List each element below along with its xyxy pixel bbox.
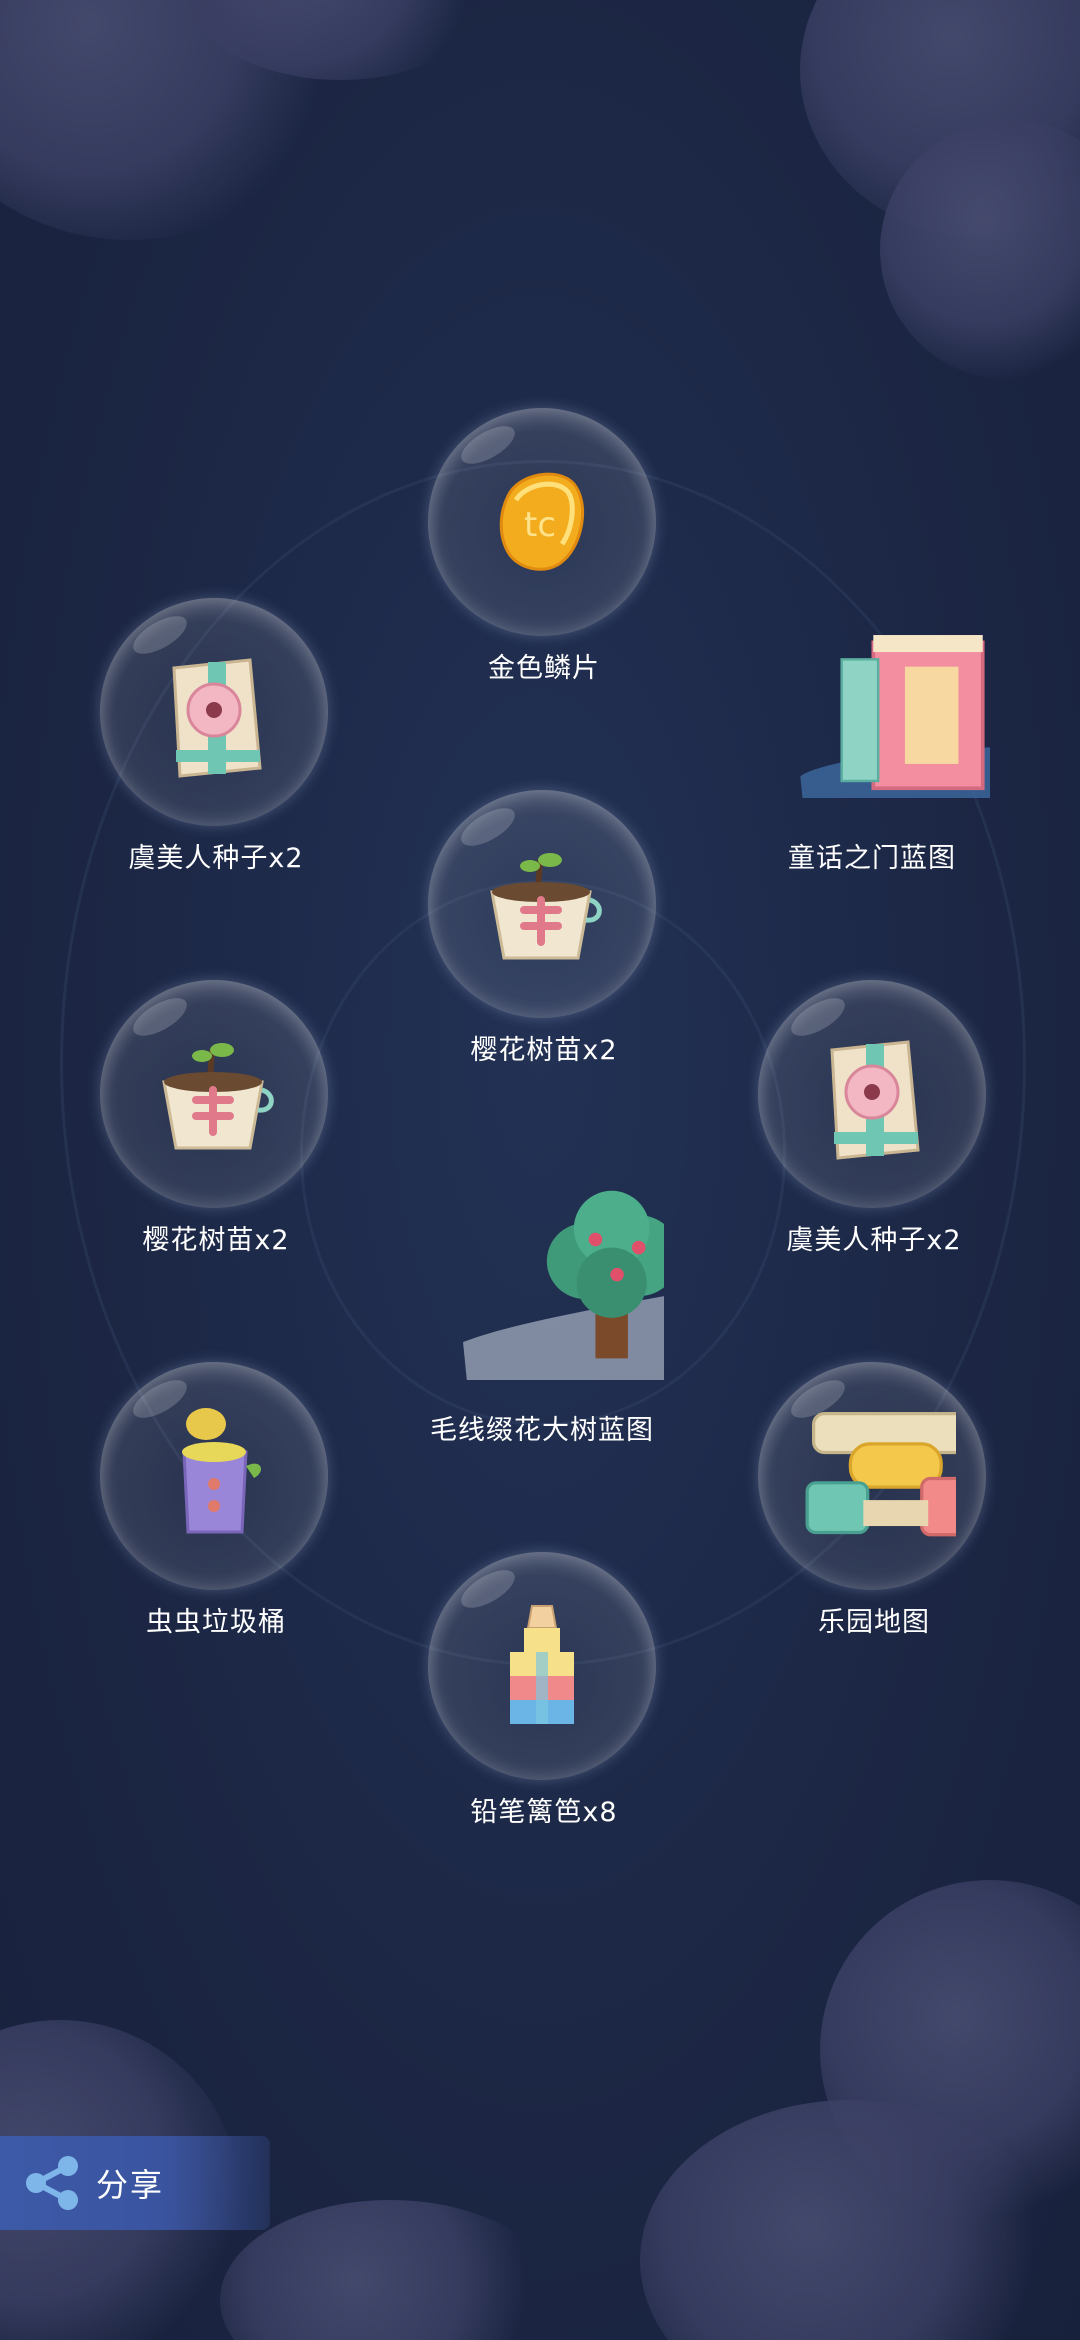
seed-pack-icon [830,1040,920,1160]
sapling-pot-icon [162,1043,274,1150]
seed-pack-icon [172,658,262,778]
pencil-fence-icon [510,1605,574,1724]
reward-label: 虞美人种子x2 [786,1225,962,1256]
reward-item-golden-scale[interactable]: tc 金色鳞片 [424,408,664,698]
golden-scale-icon: tc [499,472,585,571]
park-map-icon [805,1412,956,1537]
reward-label: 金色鳞片 [488,653,600,684]
reward-screen: tc 金色鳞片 虞美人种子x2 童话之门蓝图 樱花树苗x2 樱花树苗x2 虞美人… [0,0,1080,2340]
reward-label: 铅笔篱笆x8 [470,1797,618,1828]
reward-label: 乐园地图 [818,1607,930,1638]
share-icon [26,2156,78,2210]
reward-item-yarn-flower-tree-blueprint[interactable]: 毛线缀花大树蓝图 [422,1170,664,1460]
reward-label: 樱花树苗x2 [142,1225,290,1256]
flower-tree-icon [463,1190,664,1380]
reward-label: 童话之门蓝图 [788,843,956,874]
reward-item-sakura-sapling[interactable]: 樱花树苗x2 [424,790,664,1080]
reward-item-park-map[interactable]: 乐园地图 [754,1362,994,1652]
reward-item-yumeiren-seed[interactable]: 虞美人种子x2 [96,598,336,888]
reward-item-bug-trash-can[interactable]: 虫虫垃圾桶 [96,1362,336,1652]
share-label: 分享 [96,2166,165,2204]
svg-text:tc: tc [524,505,556,545]
reward-item-pencil-fence[interactable]: 铅笔篱笆x8 [424,1552,664,1842]
share-button[interactable]: 分享 [0,2136,270,2230]
reward-item-fairy-door-blueprint[interactable]: 童话之门蓝图 [752,598,992,888]
reward-label: 樱花树苗x2 [470,1035,618,1066]
reward-item-yumeiren-seed[interactable]: 虞美人种子x2 [754,980,994,1270]
trash-can-icon [182,1408,261,1534]
reward-label: 毛线缀花大树蓝图 [430,1415,654,1446]
cloud-decoration [220,2200,560,2340]
sapling-pot-icon [490,853,602,960]
reward-label: 虞美人种子x2 [128,843,304,874]
reward-label: 虫虫垃圾桶 [146,1607,286,1638]
fairy-door-icon [800,635,990,798]
reward-item-sakura-sapling[interactable]: 樱花树苗x2 [96,980,336,1270]
